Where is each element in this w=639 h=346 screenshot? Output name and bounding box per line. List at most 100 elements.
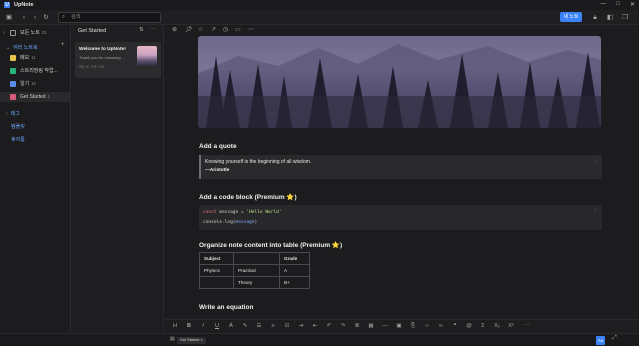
code-icon[interactable]: ‹› (423, 320, 431, 333)
table-cell[interactable]: Practical (233, 264, 280, 277)
forest-illustration (198, 44, 601, 128)
lock-icon[interactable]: 🔒︎ (591, 10, 599, 25)
table-cell[interactable]: Physics (199, 264, 234, 277)
sort-icon[interactable]: ⇅ (139, 27, 144, 33)
indent-icon[interactable]: ⇥ (297, 320, 305, 333)
more-format-icon[interactable]: ⋯ (523, 320, 531, 333)
notebook-tag[interactable]: Get Started × (177, 337, 206, 344)
sidebar-item-all-notes[interactable]: › 모든 노트 23 (0, 28, 71, 38)
undo-icon[interactable]: ↶ (325, 320, 333, 333)
sidebar-templates[interactable]: 템플릿 (11, 123, 25, 130)
outdent-icon[interactable]: ⇤ (311, 320, 319, 333)
quote-author: —Aristotle (205, 168, 230, 173)
highlight-icon[interactable]: ✎ (241, 320, 249, 333)
table-icon[interactable]: ▦ (367, 320, 375, 333)
sidebar-item-streaming[interactable]: 스트리밍링 작업... (0, 66, 71, 76)
quote-block[interactable]: Knowing yourself is the beginning of all… (199, 155, 602, 179)
back-icon[interactable]: ‹ (20, 10, 28, 25)
editor[interactable]: Add a quote Knowing yourself is the begi… (165, 36, 639, 319)
sidebar-tags[interactable]: › 태그 (6, 110, 20, 117)
subscript-icon[interactable]: X₂ (493, 320, 501, 333)
image-icon[interactable]: ▣ (395, 320, 403, 333)
star-icon[interactable]: ☆ (198, 25, 203, 36)
app-logo-icon: U (4, 2, 10, 8)
notebook-icon (10, 68, 16, 74)
note-card-title: Welcome to UpNote! (79, 47, 126, 52)
numbered-list-icon[interactable]: ≡ (269, 320, 277, 333)
text-color-icon[interactable]: Ā (227, 320, 235, 333)
chevron-right-icon: › (3, 30, 5, 36)
notes-list-title: Get Started (78, 28, 107, 34)
underline-icon[interactable]: U (213, 320, 221, 333)
attachment-icon[interactable]: ⎘ (409, 320, 417, 333)
maximize-button[interactable]: □ (616, 1, 620, 8)
note-card[interactable]: Welcome to UpNote! Thank you for choosin… (75, 42, 161, 78)
bold-icon[interactable]: B (185, 320, 193, 333)
cover-image (198, 36, 601, 128)
pin-icon[interactable]: 📌︎ (185, 25, 193, 36)
minimize-button[interactable]: — (600, 1, 606, 8)
sidebar-item-diary[interactable]: 일기 10 (0, 79, 71, 89)
sidebar-item-count: 23 (41, 30, 47, 35)
more-icon[interactable]: ⋯ (248, 25, 254, 36)
table-header-cell[interactable]: Subject (199, 252, 234, 265)
notebooks-header[interactable]: ⌄ 여러 노트북 (6, 44, 38, 51)
notebook-icon: ▤ (170, 336, 175, 342)
sidebar-item-count: 10 (31, 81, 36, 86)
chat-icon[interactable]: ▭ (235, 25, 241, 36)
top-toolbar: ▣ ‹ › ↻ ⌕ 검색 새 노트 🔒︎ ◧ ❐ (0, 10, 639, 25)
title-bar: U UpNote — □ ✕ (0, 0, 639, 10)
quote-icon[interactable]: ❝ (451, 320, 459, 333)
table-header-cell[interactable]: Grade (279, 252, 310, 265)
sidebar-trash[interactable]: 휴지통 (11, 136, 25, 143)
table-cell[interactable]: B+ (279, 276, 310, 289)
code-block[interactable]: const message = 'Hello World' console.lo… (199, 205, 602, 230)
align-icon[interactable]: ≣ (353, 320, 361, 333)
note-card-date: 5월 16, 오후 3:35 (79, 65, 105, 69)
close-button[interactable]: ✕ (630, 1, 635, 8)
notes-list: Get Started ⇅ ⋯ Welcome to UpNote! Thank… (72, 25, 164, 332)
table-cell[interactable]: Theory (233, 276, 280, 289)
sidebar-item-label: Get Started (20, 94, 46, 100)
sidebar-item-get-started[interactable]: Get Started 1 (0, 92, 71, 102)
font-style-button[interactable]: Aa (596, 336, 605, 345)
more-icon[interactable]: ⋯ (150, 27, 156, 33)
status-bar: ▤ Get Started × Aa ⤢ (0, 333, 639, 346)
sidebar-item-count: 11 (31, 55, 36, 60)
search-input[interactable]: ⌕ 검색 (58, 12, 161, 23)
table-cell[interactable]: A (279, 264, 310, 277)
kebab-icon[interactable]: ⋮ (593, 208, 598, 214)
add-circle-icon[interactable]: ⊕ (172, 25, 177, 36)
link-icon[interactable]: ↗ (211, 25, 216, 36)
checklist-icon[interactable]: ☑ (283, 320, 291, 333)
heading-table: Organize note content into table (Premiu… (199, 242, 343, 249)
superscript-icon[interactable]: X² (507, 320, 515, 333)
sidebar-item-label: 모든 노트 (20, 30, 40, 36)
heading-icon[interactable]: H (171, 320, 179, 333)
notebook-icon (10, 81, 16, 87)
window-icon[interactable]: ❐ (621, 10, 629, 25)
link-icon[interactable]: ∞ (437, 320, 445, 333)
quote-text: Knowing yourself is the beginning of all… (205, 159, 312, 165)
grades-table[interactable]: Subject Grade Physics Practical A Theory… (199, 252, 310, 289)
new-note-button[interactable]: 새 노트 (560, 12, 582, 22)
mention-icon[interactable]: @ (465, 320, 473, 333)
italic-icon[interactable]: I (199, 320, 207, 333)
clock-icon[interactable]: ◷ (223, 25, 228, 36)
kebab-icon[interactable]: ⋮ (593, 158, 598, 164)
table-cell[interactable] (199, 276, 234, 289)
forward-icon[interactable]: › (31, 10, 39, 25)
sidebar-item-memo[interactable]: 메모 11 (0, 53, 71, 63)
bullet-list-icon[interactable]: ☰ (255, 320, 263, 333)
layout-icon[interactable]: ◧ (606, 10, 614, 25)
add-notebook-icon[interactable]: + (61, 42, 65, 48)
notebook-icon (10, 94, 16, 100)
refresh-icon[interactable]: ↻ (42, 10, 50, 25)
equation-icon[interactable]: Σ (479, 320, 487, 333)
redo-icon[interactable]: ↷ (339, 320, 347, 333)
divider-icon[interactable]: — (381, 320, 389, 333)
table-header-cell[interactable] (233, 252, 280, 265)
expand-icon[interactable]: ⤢ (612, 335, 617, 342)
sidebar-toggle-icon[interactable]: ▣ (5, 10, 13, 25)
sidebar-item-label: 일기 (20, 81, 30, 87)
